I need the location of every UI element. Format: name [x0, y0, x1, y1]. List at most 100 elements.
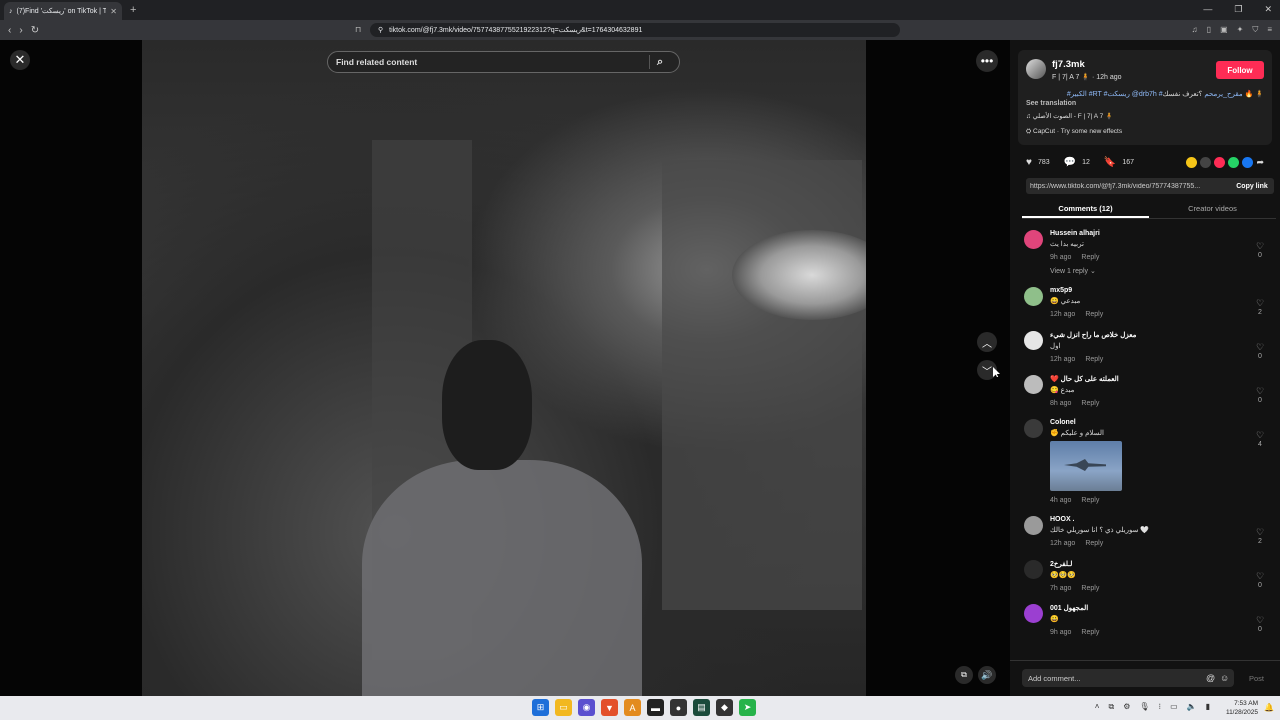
tab-creator-videos[interactable]: Creator videos: [1149, 200, 1276, 218]
speaker-icon[interactable]: 🔈: [1187, 702, 1197, 712]
tab-comments[interactable]: Comments (12): [1022, 200, 1149, 218]
emoji-icon[interactable]: ☺: [1220, 673, 1234, 683]
avatar[interactable]: [1024, 560, 1043, 579]
heart-outline-icon[interactable]: ♡: [1254, 386, 1266, 397]
reply-button[interactable]: Reply: [1081, 497, 1099, 504]
comment-like[interactable]: ♡ 0: [1254, 571, 1266, 589]
notification-icon[interactable]: 🔔: [1264, 703, 1274, 712]
follow-button[interactable]: Follow: [1216, 61, 1264, 79]
reply-button[interactable]: Reply: [1081, 254, 1099, 261]
reload-icon[interactable]: ↻: [31, 25, 39, 36]
menu-icon[interactable]: ≡: [1267, 25, 1272, 35]
minimize-button[interactable]: —: [1203, 4, 1212, 15]
copy-link-button[interactable]: Copy link: [1230, 183, 1274, 190]
browser-tab[interactable]: ♪ (7)Find 'ريسكت' on TikTok | T ✕: [4, 2, 122, 20]
avatar[interactable]: [1024, 230, 1043, 249]
display-icon[interactable]: ▭: [1170, 702, 1178, 712]
post-button[interactable]: Post: [1249, 674, 1264, 683]
mic-icon[interactable]: 🎙: [1139, 702, 1149, 712]
avatar[interactable]: [1024, 375, 1043, 394]
comment-author[interactable]: HOOX .: [1050, 512, 1276, 523]
comment-author[interactable]: المجهول 001: [1050, 600, 1276, 612]
shield-icon[interactable]: ⛉: [1252, 25, 1258, 35]
maximize-button[interactable]: ❐: [1234, 4, 1242, 15]
heart-outline-icon[interactable]: ♡: [1254, 615, 1266, 626]
terminal-icon[interactable]: ▬: [647, 699, 664, 716]
forward-arrow-icon[interactable]: ›: [19, 25, 22, 36]
share-friends-icon[interactable]: [1186, 156, 1198, 168]
tray-app-icon[interactable]: ⧉: [1108, 702, 1114, 712]
volume-button[interactable]: 🔊: [978, 666, 996, 684]
author-username[interactable]: fj7.3mk: [1052, 59, 1085, 70]
comment-like[interactable]: ♡ 4: [1254, 430, 1266, 448]
search-icon[interactable]: ⌕: [657, 56, 679, 69]
avatar[interactable]: [1024, 419, 1043, 438]
find-related-search[interactable]: Find related content ⌕: [327, 51, 680, 73]
system-clock[interactable]: 7:53 AM 11/28/2025: [1226, 699, 1258, 717]
comment-author[interactable]: Colonel: [1050, 415, 1276, 426]
avatar[interactable]: [1024, 287, 1043, 306]
sidebar-icon[interactable]: ▯: [1207, 25, 1211, 35]
console-icon[interactable]: ▤: [693, 699, 710, 716]
reply-button[interactable]: Reply: [1085, 356, 1103, 363]
language-icon[interactable]: ⁝: [1159, 702, 1162, 712]
comment-like[interactable]: ♡ 0: [1254, 342, 1266, 360]
comment-author[interactable]: ❤️ العملته على كل حال: [1050, 371, 1276, 383]
start-icon[interactable]: ⊞: [532, 699, 549, 716]
facebook-icon[interactable]: [1242, 156, 1254, 168]
app-a-icon[interactable]: A: [624, 699, 641, 716]
heart-outline-icon[interactable]: ♡: [1254, 241, 1266, 252]
close-video-button[interactable]: ✕: [10, 50, 30, 70]
comment-author[interactable]: معزل خلاص ما راح انزل شيء: [1050, 327, 1276, 339]
comment-like[interactable]: ♡ 2: [1254, 298, 1266, 316]
reply-button[interactable]: Reply: [1085, 540, 1103, 547]
picture-in-picture-button[interactable]: ⧉: [955, 666, 973, 684]
caption-hashtags[interactable]: #الكبير #RT #ريسكت @drb7h #مقرح_يرمحم: [1067, 91, 1243, 98]
send-icon[interactable]: [1214, 156, 1226, 168]
music-link[interactable]: ♫ الصوت الأصلي - F | 7| A 7 🧍: [1026, 112, 1113, 120]
comment-author[interactable]: mx5p9: [1050, 283, 1276, 294]
comment-like[interactable]: ♡ 0: [1254, 241, 1266, 259]
discord-icon[interactable]: ◉: [578, 699, 595, 716]
tray-settings-icon[interactable]: ⚙: [1123, 702, 1130, 712]
whatsapp-icon[interactable]: [1228, 156, 1240, 168]
back-arrow-icon[interactable]: ‹: [8, 25, 11, 36]
avatar[interactable]: [1024, 604, 1043, 623]
close-window-button[interactable]: ✕: [1264, 4, 1272, 15]
heart-outline-icon[interactable]: ♡: [1254, 342, 1266, 353]
battery-icon[interactable]: ▮: [1206, 702, 1210, 712]
comment-author[interactable]: Hussein alhajri: [1050, 226, 1276, 237]
comment-icon[interactable]: 💬: [1064, 157, 1076, 168]
heart-outline-icon[interactable]: ♡: [1254, 298, 1266, 309]
avatar[interactable]: [1024, 516, 1043, 535]
comment-author[interactable]: 2لـلفرخ: [1050, 556, 1276, 568]
messenger-icon[interactable]: ➤: [739, 699, 756, 716]
see-translation-link[interactable]: See translation: [1026, 100, 1076, 107]
add-comment-input[interactable]: Add comment... @ ☺: [1022, 669, 1234, 687]
tab-close-icon[interactable]: ✕: [110, 7, 117, 16]
comment-like[interactable]: ♡ 2: [1254, 527, 1266, 545]
reply-button[interactable]: Reply: [1085, 311, 1103, 318]
author-avatar[interactable]: [1026, 59, 1046, 79]
site-info-icon[interactable]: ⚲: [378, 26, 383, 34]
heart-outline-icon[interactable]: ♡: [1254, 527, 1266, 538]
ai-icon[interactable]: ✦: [1237, 25, 1244, 35]
embed-icon[interactable]: [1200, 156, 1212, 168]
heart-outline-icon[interactable]: ♡: [1254, 430, 1266, 441]
previous-video-button[interactable]: ︿: [977, 332, 997, 352]
reply-button[interactable]: Reply: [1081, 400, 1099, 407]
view-replies-link[interactable]: View 1 reply ⌄: [1050, 267, 1276, 275]
steam-icon[interactable]: ●: [670, 699, 687, 716]
bookmark-icon[interactable]: ⊓: [355, 25, 361, 34]
heart-outline-icon[interactable]: ♡: [1254, 571, 1266, 582]
heart-icon[interactable]: ♥: [1026, 157, 1032, 168]
tray-chevron-icon[interactable]: ˄: [1095, 702, 1100, 712]
avatar[interactable]: [1024, 331, 1043, 350]
mention-icon[interactable]: @: [1206, 673, 1220, 683]
reply-button[interactable]: Reply: [1081, 585, 1099, 592]
share-link-url[interactable]: https://www.tiktok.com/@fj7.3mk/video/75…: [1030, 183, 1230, 190]
music-icon[interactable]: ♫: [1192, 25, 1198, 35]
media-icon[interactable]: ◆: [716, 699, 733, 716]
comment-image-jet[interactable]: [1050, 441, 1122, 491]
bookmark-save-icon[interactable]: 🔖: [1104, 157, 1116, 168]
